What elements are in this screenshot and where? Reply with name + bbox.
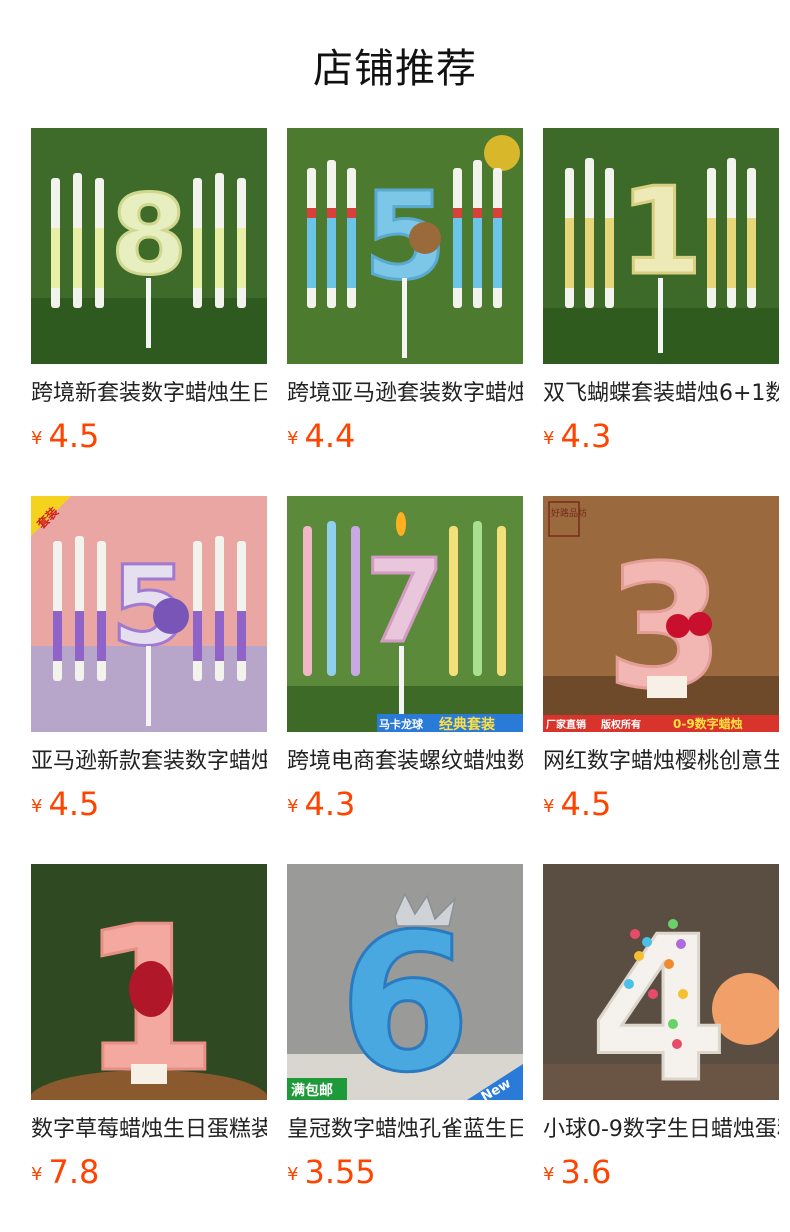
candle-set-image: 5 套装 xyxy=(31,496,267,732)
svg-text:厂家直销: 厂家直销 xyxy=(546,718,586,731)
candle-set-image: 4 xyxy=(543,864,779,1100)
currency-symbol: ¥ xyxy=(287,428,299,449)
product-price: ¥3.6 xyxy=(543,1153,779,1191)
product-price: ¥4.3 xyxy=(543,417,779,455)
price-value: 4.3 xyxy=(304,785,356,823)
svg-text:马卡龙球: 马卡龙球 xyxy=(379,717,424,731)
currency-symbol: ¥ xyxy=(31,796,43,817)
product-card[interactable]: 6 满包邮 New 皇冠数字蜡烛孔雀蓝生日蛋糕 ¥3.55 xyxy=(287,864,523,1232)
price-value: 4.4 xyxy=(304,417,356,455)
product-price: ¥4.5 xyxy=(31,417,267,455)
product-card[interactable]: 5 跨境亚马逊套装数字蜡烛生日派对 ¥4.4 xyxy=(287,128,523,496)
price-value: 4.5 xyxy=(560,785,612,823)
svg-text:版权所有: 版权所有 xyxy=(601,718,641,731)
candle-set-image: 1 xyxy=(31,864,267,1100)
svg-text:好路品坊: 好路品坊 xyxy=(551,507,587,519)
currency-symbol: ¥ xyxy=(287,796,299,817)
product-image[interactable]: 5 xyxy=(287,128,523,364)
product-price: ¥4.4 xyxy=(287,417,523,455)
svg-text:4: 4 xyxy=(589,894,728,1100)
product-image[interactable]: 1 xyxy=(543,128,779,364)
product-image[interactable]: 3 好路品坊 厂家直销 版权所有 0-9数字蜡烛 xyxy=(543,496,779,732)
svg-text:7: 7 xyxy=(365,535,445,669)
product-name[interactable]: 皇冠数字蜡烛孔雀蓝生日蛋糕 xyxy=(287,1115,523,1145)
product-price: ¥3.55 xyxy=(287,1153,523,1191)
product-card[interactable]: 1 数字草莓蜡烛生日蛋糕装饰 ¥7.8 xyxy=(31,864,267,1232)
currency-symbol: ¥ xyxy=(31,428,43,449)
candle-set-image: 1 xyxy=(543,128,779,364)
candle-set-image: 8 xyxy=(31,128,267,364)
product-image[interactable]: 7 马卡龙球 经典套装 xyxy=(287,496,523,732)
candle-set-image: 3 好路品坊 厂家直销 版权所有 0-9数字蜡烛 xyxy=(543,496,779,732)
price-value: 3.6 xyxy=(560,1153,612,1191)
price-value: 4.5 xyxy=(48,785,100,823)
currency-symbol: ¥ xyxy=(543,796,555,817)
product-image[interactable]: 4 xyxy=(543,864,779,1100)
currency-symbol: ¥ xyxy=(31,1164,43,1185)
product-card[interactable]: 3 好路品坊 厂家直销 版权所有 0-9数字蜡烛 网红数字蜡烛樱桃创意生日蛋糕 … xyxy=(543,496,779,864)
page-title: 店铺推荐 xyxy=(313,46,477,92)
currency-symbol: ¥ xyxy=(287,1164,299,1185)
product-name[interactable]: 跨境电商套装螺纹蜡烛数字生日 xyxy=(287,747,523,777)
price-value: 7.8 xyxy=(48,1153,100,1191)
currency-symbol: ¥ xyxy=(543,428,555,449)
currency-symbol: ¥ xyxy=(543,1164,555,1185)
product-price: ¥4.5 xyxy=(543,785,779,823)
candle-set-image: 6 满包邮 New xyxy=(287,864,523,1100)
product-image[interactable]: 8 xyxy=(31,128,267,364)
product-card[interactable]: 8 跨境新套装数字蜡烛生日蛋糕装饰 ¥4.5 xyxy=(31,128,267,496)
product-card[interactable]: 7 马卡龙球 经典套装 跨境电商套装螺纹蜡烛数字生日 ¥4.3 xyxy=(287,496,523,864)
product-price: ¥4.3 xyxy=(287,785,523,823)
candle-set-image: 7 马卡龙球 经典套装 xyxy=(287,496,523,732)
price-value: 3.55 xyxy=(304,1153,376,1191)
product-card[interactable]: 5 套装 亚马逊新款套装数字蜡烛生日蛋糕 ¥4.5 xyxy=(31,496,267,864)
price-value: 4.3 xyxy=(560,417,612,455)
svg-text:经典套装: 经典套装 xyxy=(439,716,496,732)
candle-set-image: 5 xyxy=(287,128,523,364)
product-price: ¥7.8 xyxy=(31,1153,267,1191)
product-image[interactable]: 5 套装 xyxy=(31,496,267,732)
product-image[interactable]: 6 满包邮 New xyxy=(287,864,523,1100)
product-name[interactable]: 网红数字蜡烛樱桃创意生日蛋糕 xyxy=(543,747,779,777)
product-name[interactable]: 跨境亚马逊套装数字蜡烛生日派对 xyxy=(287,379,523,409)
price-value: 4.5 xyxy=(48,417,100,455)
product-name[interactable]: 数字草莓蜡烛生日蛋糕装饰 xyxy=(31,1115,267,1145)
product-image[interactable]: 1 xyxy=(31,864,267,1100)
product-name[interactable]: 小球0-9数字生日蜡烛蛋糕装饰 xyxy=(543,1115,779,1145)
product-name[interactable]: 双飞蝴蝶套装蜡烛6+1数字蜡烛 xyxy=(543,379,779,409)
product-name[interactable]: 跨境新套装数字蜡烛生日蛋糕装饰 xyxy=(31,379,267,409)
svg-text:满包邮: 满包邮 xyxy=(291,1082,333,1099)
product-card[interactable]: 4 小球0-9数字生日蜡烛蛋糕装饰 ¥3.6 xyxy=(543,864,779,1232)
product-grid: 8 跨境新套装数字蜡烛生日蛋糕装饰 ¥4.5 xyxy=(31,128,779,1232)
product-price: ¥4.5 xyxy=(31,785,267,823)
product-card[interactable]: 1 双飞蝴蝶套装蜡烛6+1数字蜡烛 ¥4.3 xyxy=(543,128,779,496)
svg-text:0-9数字蜡烛: 0-9数字蜡烛 xyxy=(673,716,743,731)
product-name[interactable]: 亚马逊新款套装数字蜡烛生日蛋糕 xyxy=(31,747,267,777)
